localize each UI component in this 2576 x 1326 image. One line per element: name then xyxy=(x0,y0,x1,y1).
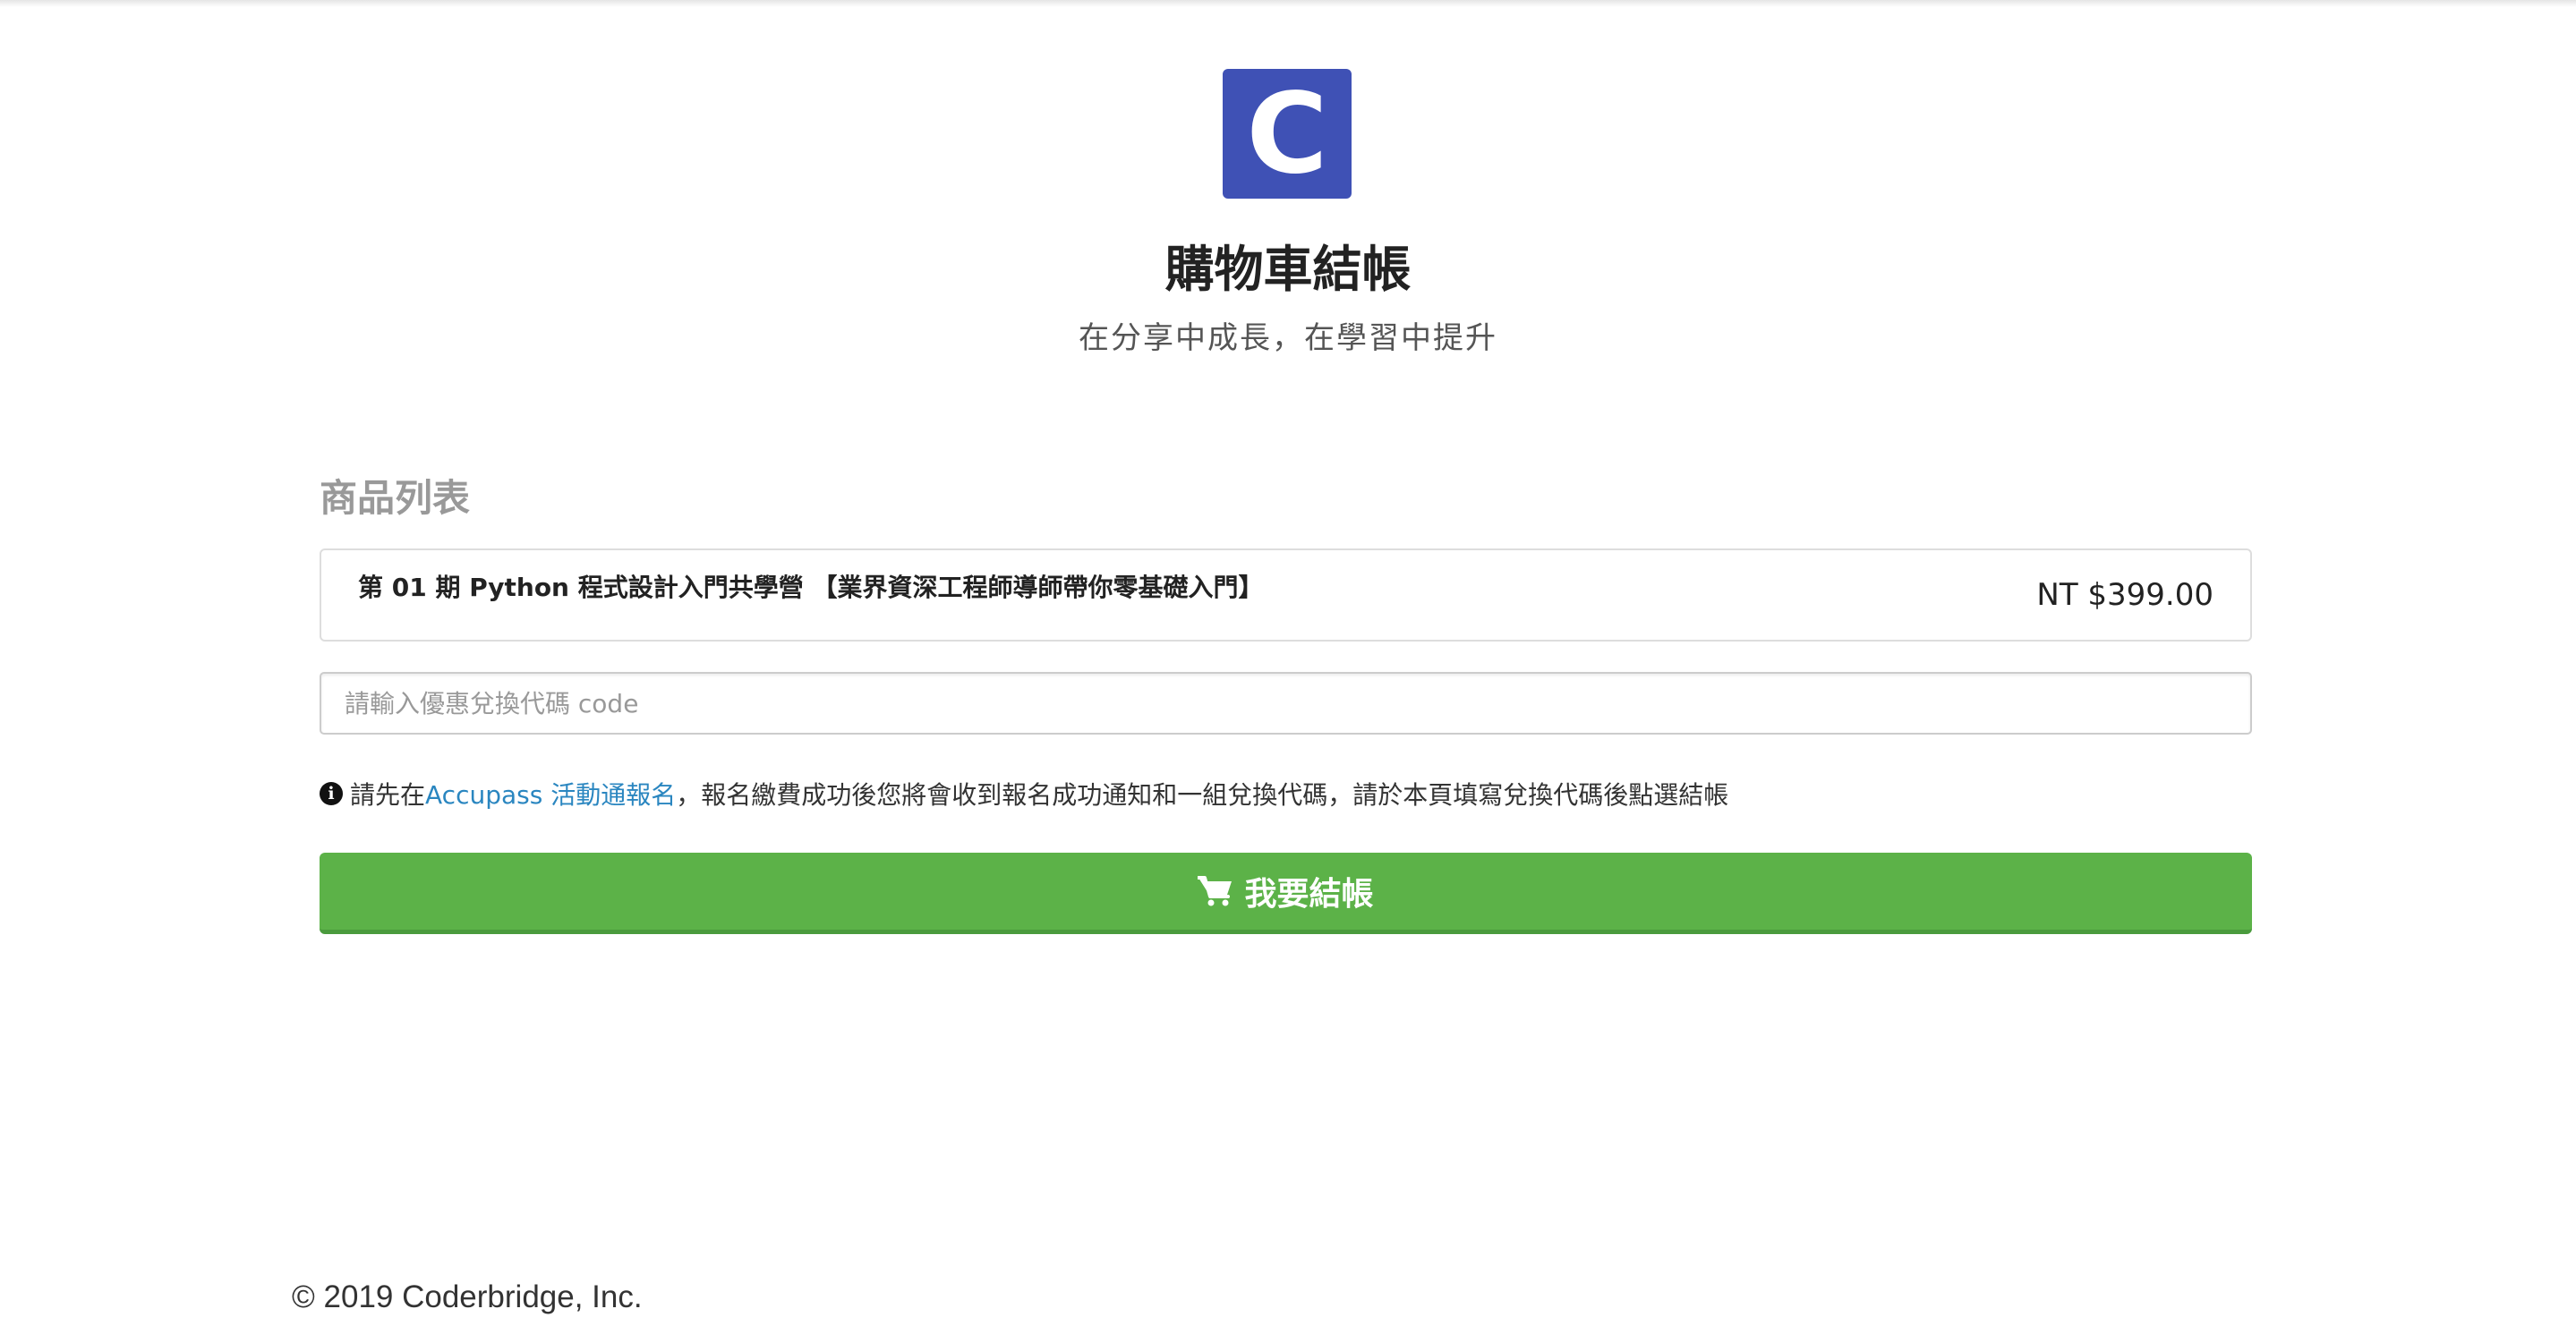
coderbridge-logo: C xyxy=(1223,69,1352,199)
checkout-button-label: 我要結帳 xyxy=(1244,876,1374,913)
footer-copyright: © 2019 Coderbridge, Inc. xyxy=(292,1279,643,1314)
page-subtitle: 在分享中成長，在學習中提升 xyxy=(1079,320,1497,356)
product-name: 第 01 期 Python 程式設計入門共學營 【業界資深工程師導師帶你零基礎入… xyxy=(358,573,1264,602)
notice-prefix: 請先在 xyxy=(350,780,426,810)
shopping-cart-icon xyxy=(1198,876,1233,906)
registration-notice: i 請先在 Accupass 活動通報名 ，報名繳費成功後您將會收到報名成功通知… xyxy=(320,770,1728,817)
page-title: 購物車結帳 xyxy=(1164,241,1412,298)
info-circle-icon: i xyxy=(320,782,343,805)
checkout-button[interactable]: 我要結帳 xyxy=(320,853,2252,934)
product-price: NT $399.00 xyxy=(2036,577,2213,613)
top-shadow xyxy=(0,0,2576,7)
product-list-heading: 商品列表 xyxy=(320,476,471,520)
accupass-registration-link[interactable]: Accupass 活動通報名 xyxy=(425,776,676,812)
checkout-page: C 購物車結帳 在分享中成長，在學習中提升 商品列表 第 01 期 Python… xyxy=(0,0,2576,1326)
notice-suffix: ，報名繳費成功後您將會收到報名成功通知和一組兌換代碼，請於本頁填寫兌換代碼後點選… xyxy=(676,780,1729,810)
logo-letter: C xyxy=(1246,69,1328,199)
coupon-code-input[interactable] xyxy=(320,672,2252,735)
product-list-item: 第 01 期 Python 程式設計入門共學營 【業界資深工程師導師帶你零基礎入… xyxy=(320,548,2252,642)
